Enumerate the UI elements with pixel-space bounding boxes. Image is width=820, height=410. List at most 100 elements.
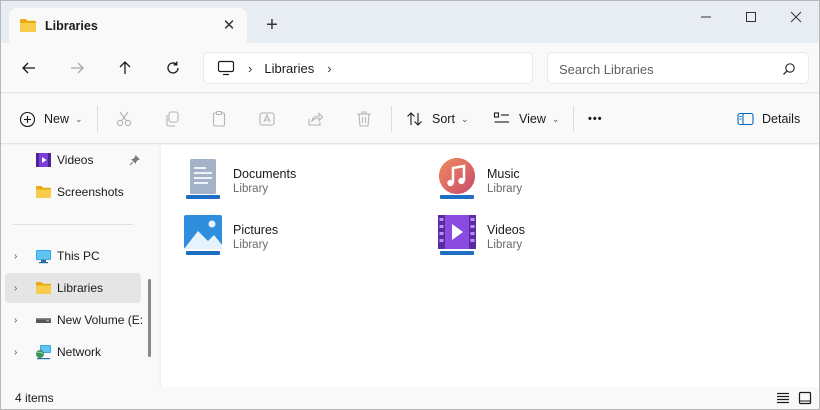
- folder-icon: [36, 186, 51, 198]
- drive-icon: [36, 318, 51, 323]
- close-window-button[interactable]: [773, 1, 819, 33]
- videos-icon: [36, 153, 51, 167]
- chevron-down-icon: ⌄: [75, 113, 83, 124]
- tab-libraries[interactable]: Libraries ✕: [9, 8, 247, 43]
- copy-button[interactable]: [162, 109, 182, 129]
- address-bar[interactable]: › Libraries ›: [203, 52, 533, 84]
- more-options-button[interactable]: •••: [588, 106, 603, 132]
- maximize-button[interactable]: [728, 1, 774, 33]
- navigation-bar: › Libraries ›: [1, 43, 819, 93]
- forward-button[interactable]: [64, 55, 90, 81]
- plus-circle-icon: [19, 111, 36, 127]
- refresh-button[interactable]: [160, 55, 186, 81]
- breadcrumb-libraries[interactable]: Libraries: [264, 61, 314, 76]
- sidebar-item-this-pc[interactable]: › This PC: [5, 241, 141, 271]
- back-button[interactable]: [16, 55, 42, 81]
- details-view-icon[interactable]: [776, 391, 790, 405]
- new-tab-button[interactable]: +: [259, 13, 285, 37]
- file-explorer-window: Libraries ✕ + › Libraries › Search Libra…: [0, 0, 820, 410]
- delete-button[interactable]: [354, 109, 374, 129]
- sort-label: Sort: [432, 112, 455, 126]
- maximize-icon: [746, 12, 756, 22]
- search-input[interactable]: [559, 60, 769, 78]
- library-type: Library: [233, 239, 269, 251]
- title-bar: Libraries ✕ +: [1, 1, 819, 43]
- navigation-pane: Videos Screenshots › This PC › Libraries…: [1, 145, 159, 387]
- library-name: Pictures: [233, 223, 279, 237]
- library-folder-icon: [36, 282, 51, 294]
- sidebar-item-videos[interactable]: Videos: [5, 145, 141, 175]
- details-pane-icon: [737, 112, 754, 126]
- sidebar-item-label: New Volume (E:: [57, 313, 144, 327]
- share-button[interactable]: [305, 109, 325, 129]
- file-list-area: Documents Library Music Library Pictures…: [161, 145, 819, 387]
- breadcrumb-chevron-icon[interactable]: ›: [248, 61, 252, 76]
- tiles-view-icon[interactable]: [798, 391, 812, 405]
- toolbar-divider: [97, 106, 98, 132]
- videos-library-icon: [438, 215, 476, 255]
- sidebar-item-label: This PC: [57, 249, 100, 263]
- chevron-down-icon: ⌄: [551, 113, 560, 124]
- library-name: Videos: [487, 223, 525, 237]
- cut-button[interactable]: [114, 109, 134, 129]
- breadcrumb-chevron-icon[interactable]: ›: [327, 61, 331, 76]
- library-type: Library: [233, 183, 269, 195]
- view-list-icon: [493, 112, 509, 123]
- details-label: Details: [762, 112, 801, 126]
- clipboard-icon: [212, 110, 226, 127]
- up-button[interactable]: [112, 55, 138, 81]
- chevron-right-icon[interactable]: ›: [14, 283, 17, 294]
- network-icon: [36, 345, 51, 360]
- rename-button[interactable]: [257, 109, 277, 129]
- library-item-documents[interactable]: Documents Library: [161, 151, 401, 199]
- library-name: Music: [487, 167, 520, 181]
- computer-icon[interactable]: [217, 60, 235, 76]
- pin-icon[interactable]: [129, 154, 141, 166]
- sidebar-item-label: Screenshots: [57, 185, 124, 199]
- sidebar-item-network[interactable]: › Network: [5, 337, 141, 367]
- sidebar-item-screenshots[interactable]: Screenshots: [5, 177, 141, 207]
- sidebar-item-label: Network: [57, 345, 102, 359]
- toolbar-divider: [391, 106, 392, 132]
- sidebar-item-libraries[interactable]: › Libraries: [5, 273, 141, 303]
- sidebar-item-new-volume[interactable]: › New Volume (E:: [5, 305, 144, 335]
- library-item-pictures[interactable]: Pictures Library: [161, 207, 401, 255]
- view-button[interactable]: View ⌄: [493, 106, 559, 132]
- documents-library-icon: [186, 159, 220, 199]
- library-name: Documents: [233, 167, 297, 181]
- view-label: View: [519, 112, 546, 126]
- arrow-right-icon: [71, 62, 84, 74]
- details-button[interactable]: Details: [737, 106, 800, 132]
- minimize-icon: [701, 16, 711, 18]
- library-item-videos[interactable]: Videos Library: [415, 207, 655, 255]
- toolbar-divider: [573, 106, 574, 132]
- sort-icon: [407, 112, 422, 126]
- pictures-library-icon: [184, 215, 222, 255]
- sidebar-scrollbar[interactable]: [148, 279, 151, 357]
- music-library-icon: [439, 158, 475, 199]
- status-bar: 4 items: [1, 387, 819, 409]
- copy-icon: [166, 111, 179, 127]
- command-bar: New ⌄ Sort ⌄ View ⌄ ••• Details: [1, 94, 819, 144]
- folder-icon: [20, 19, 36, 32]
- chevron-right-icon[interactable]: ›: [14, 347, 17, 358]
- sort-button[interactable]: Sort ⌄: [406, 106, 468, 132]
- library-type: Library: [487, 239, 523, 251]
- sidebar-item-label: Libraries: [57, 281, 104, 295]
- new-button[interactable]: New ⌄: [19, 106, 83, 132]
- search-icon[interactable]: [782, 62, 796, 76]
- search-box[interactable]: [547, 52, 809, 84]
- library-item-music[interactable]: Music Library: [415, 151, 655, 199]
- paste-button[interactable]: [209, 109, 229, 129]
- chevron-right-icon[interactable]: ›: [14, 251, 17, 262]
- chevron-right-icon[interactable]: ›: [14, 315, 17, 326]
- minimize-button[interactable]: [683, 1, 729, 33]
- computer-icon: [36, 250, 51, 264]
- chevron-down-icon: ⌄: [460, 113, 469, 124]
- library-type: Library: [487, 183, 523, 195]
- arrow-up-icon: [119, 61, 131, 74]
- rename-icon: [259, 112, 275, 126]
- new-label: New: [44, 112, 70, 126]
- tab-title: Libraries: [45, 18, 98, 33]
- close-tab-icon[interactable]: ✕: [221, 17, 237, 34]
